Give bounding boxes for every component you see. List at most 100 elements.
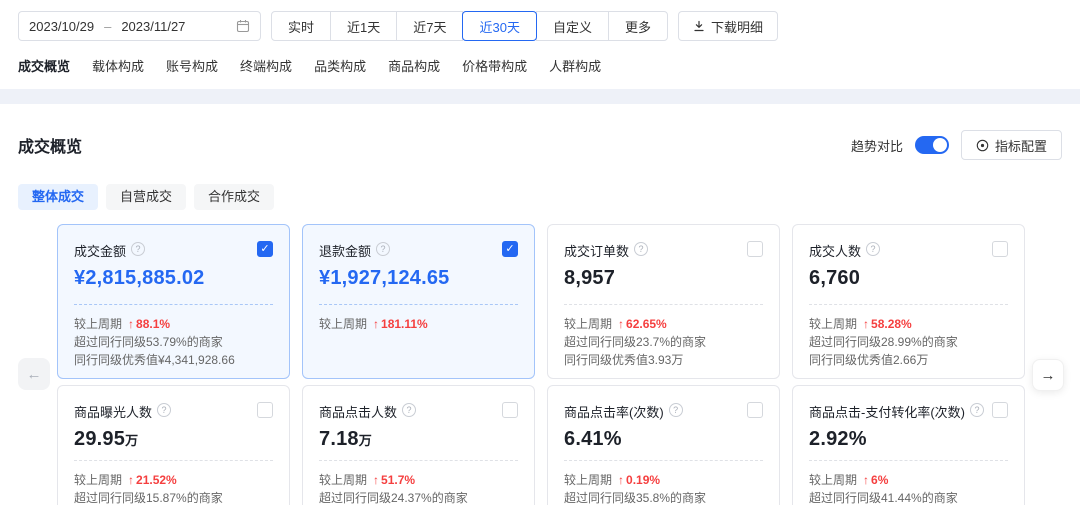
quick-range-4[interactable]: 近30天 xyxy=(462,11,536,41)
metric-config-icon xyxy=(976,139,989,152)
metric-card-title: 商品点击-支付转化率(次数) xyxy=(809,402,965,421)
nav-tab-2[interactable]: 载体构成 xyxy=(92,56,144,75)
metric-card-stats: 较上周期↑58.28%超过同行同级28.99%的商家同行同级优秀值2.66万 xyxy=(809,315,1008,369)
compare-line: 较上周期↑62.65% xyxy=(564,315,763,333)
nav-tab-3[interactable]: 账号构成 xyxy=(166,56,218,75)
quick-range-6[interactable]: 更多 xyxy=(608,11,668,41)
metric-card-head: 成交人数? xyxy=(809,241,1008,260)
metric-checkbox[interactable] xyxy=(747,241,763,257)
metric-value: 2.92% xyxy=(809,428,1008,451)
nav-tabs: 成交概览 载体构成 账号构成 终端构成 品类构成 商品构成 价格带构成 人群构成 xyxy=(0,52,1080,89)
card-divider xyxy=(319,460,518,461)
metric-value: ¥2,815,885.02 xyxy=(74,267,273,290)
download-detail-button[interactable]: 下载明细 xyxy=(678,11,778,41)
quick-range-1[interactable]: 实时 xyxy=(271,11,331,41)
metric-card[interactable]: 退款金额? ✓ ¥1,927,124.65 较上周期↑181.11% xyxy=(302,224,535,379)
metric-config-button[interactable]: 指标配置 xyxy=(961,130,1062,160)
metric-value-unit: 万 xyxy=(125,433,138,448)
calendar-icon[interactable] xyxy=(236,19,250,33)
compare-line: 较上周期↑181.11% xyxy=(319,315,518,333)
metric-checkbox[interactable]: ✓ xyxy=(502,241,518,257)
help-icon[interactable]: ? xyxy=(376,242,390,256)
metric-checkbox[interactable] xyxy=(992,402,1008,418)
metric-card-head: 商品点击率(次数)? xyxy=(564,402,763,421)
quick-range-2[interactable]: 近1天 xyxy=(330,11,397,41)
compare-label: 较上周期 xyxy=(319,471,367,489)
nav-tab-1[interactable]: 成交概览 xyxy=(18,56,70,75)
help-icon[interactable]: ? xyxy=(970,403,984,417)
metric-card-title: 商品点击率(次数) xyxy=(564,402,664,421)
stat-line: 超过同行同级24.37%的商家 xyxy=(319,489,518,505)
stat-line: 超过同行同级28.99%的商家 xyxy=(809,333,1008,351)
help-icon[interactable]: ? xyxy=(157,403,171,417)
stat-line: 同行同级优秀值¥4,341,928.66 xyxy=(74,351,273,369)
metric-card-stats: 较上周期↑51.7%超过同行同级24.37%的商家同行同级优秀值28.96万 xyxy=(319,471,518,505)
metric-checkbox[interactable] xyxy=(502,402,518,418)
metric-card-title: 成交金额 xyxy=(74,241,126,260)
nav-tab-5[interactable]: 品类构成 xyxy=(314,56,366,75)
metric-card[interactable]: 成交金额?✓¥2,815,885.02较上周期↑88.1%超过同行同级53.79… xyxy=(57,224,290,379)
compare-label: 较上周期 xyxy=(564,315,612,333)
help-icon[interactable]: ? xyxy=(866,242,880,256)
compare-label: 较上周期 xyxy=(74,315,122,333)
compare-value: 6% xyxy=(871,471,888,489)
metric-card-stats: 较上周期↑0.19%超过同行同级35.8%的商家同行同级优秀值8.56% xyxy=(564,471,763,505)
metric-checkbox[interactable] xyxy=(257,402,273,418)
stat-line: 超过同行同级53.79%的商家 xyxy=(74,333,273,351)
up-arrow-icon: ↑ xyxy=(618,315,624,333)
nav-tab-6[interactable]: 商品构成 xyxy=(388,56,440,75)
date-separator: – xyxy=(104,19,111,34)
trend-compare-toggle[interactable] xyxy=(915,136,949,154)
metric-value: 7.18万 xyxy=(319,428,518,451)
metric-card[interactable]: 商品点击-支付转化率(次数)?2.92%较上周期↑6%超过同行同级41.44%的… xyxy=(792,385,1025,505)
date-end[interactable]: 2023/11/27 xyxy=(121,19,185,34)
help-icon[interactable]: ? xyxy=(131,242,145,256)
metric-card[interactable]: 商品点击率(次数)?6.41%较上周期↑0.19%超过同行同级35.8%的商家同… xyxy=(547,385,780,505)
metric-card-head: 成交金额? ✓ xyxy=(74,241,273,260)
sub-tab-1[interactable]: 整体成交 xyxy=(18,184,98,210)
date-range-picker[interactable]: 2023/10/29 – 2023/11/27 xyxy=(18,11,261,41)
help-icon[interactable]: ? xyxy=(634,242,648,256)
metric-card[interactable]: 成交订单数?8,957较上周期↑62.65%超过同行同级23.7%的商家同行同级… xyxy=(547,224,780,379)
metric-value-unit: 万 xyxy=(359,433,372,448)
toolbar: 2023/10/29 – 2023/11/27 实时近1天近7天近30天自定义更… xyxy=(0,0,1080,52)
up-arrow-icon: ↑ xyxy=(863,471,869,489)
sub-tab-3[interactable]: 合作成交 xyxy=(194,184,274,210)
metric-config-label: 指标配置 xyxy=(995,136,1047,155)
metric-card-head: 商品点击人数? xyxy=(319,402,518,421)
metric-card[interactable]: 商品点击人数? 7.18万较上周期↑51.7%超过同行同级24.37%的商家同行同… xyxy=(302,385,535,505)
metric-checkbox[interactable] xyxy=(747,402,763,418)
quick-range-5[interactable]: 自定义 xyxy=(536,11,609,41)
metric-value: 6,760 xyxy=(809,267,1008,290)
stat-line: 超过同行同级15.87%的商家 xyxy=(74,489,273,505)
carousel-prev-button[interactable]: ← xyxy=(18,358,50,390)
help-icon[interactable]: ? xyxy=(402,403,416,417)
compare-label: 较上周期 xyxy=(564,471,612,489)
stat-line: 超过同行同级35.8%的商家 xyxy=(564,489,763,505)
metric-card-title: 退款金额 xyxy=(319,241,371,260)
nav-tab-7[interactable]: 价格带构成 xyxy=(462,56,527,75)
compare-label: 较上周期 xyxy=(74,471,122,489)
nav-tab-8[interactable]: 人群构成 xyxy=(549,56,601,75)
metric-card[interactable]: 商品曝光人数?29.95万较上周期↑21.52%超过同行同级15.87%的商家同… xyxy=(57,385,290,505)
metric-checkbox[interactable] xyxy=(992,241,1008,257)
stat-line: 超过同行同级41.44%的商家 xyxy=(809,489,1008,505)
metric-card-head: 成交订单数? xyxy=(564,241,763,260)
help-icon[interactable]: ? xyxy=(669,403,683,417)
metric-card-head: 商品点击-支付转化率(次数)? xyxy=(809,402,1008,421)
nav-tab-4[interactable]: 终端构成 xyxy=(240,56,292,75)
metric-card[interactable]: 成交人数? 6,760 较上周期↑58.28%超过同行同级28.99%的商家同行同级… xyxy=(792,224,1025,379)
date-start[interactable]: 2023/10/29 xyxy=(29,19,94,34)
card-divider xyxy=(809,460,1008,461)
metric-card-title: 成交订单数 xyxy=(564,241,629,260)
card-divider xyxy=(564,460,763,461)
metric-checkbox[interactable]: ✓ xyxy=(257,241,273,257)
sub-tab-2[interactable]: 自营成交 xyxy=(106,184,186,210)
download-label: 下载明细 xyxy=(711,17,763,36)
metric-card-title: 商品点击人数 xyxy=(319,402,397,421)
metric-value: ¥1,927,124.65 xyxy=(319,267,518,290)
quick-range-3[interactable]: 近7天 xyxy=(396,11,463,41)
metric-card-title: 商品曝光人数 xyxy=(74,402,152,421)
stat-line: 同行同级优秀值3.93万 xyxy=(564,351,763,369)
carousel-next-button[interactable]: → xyxy=(1032,359,1064,391)
